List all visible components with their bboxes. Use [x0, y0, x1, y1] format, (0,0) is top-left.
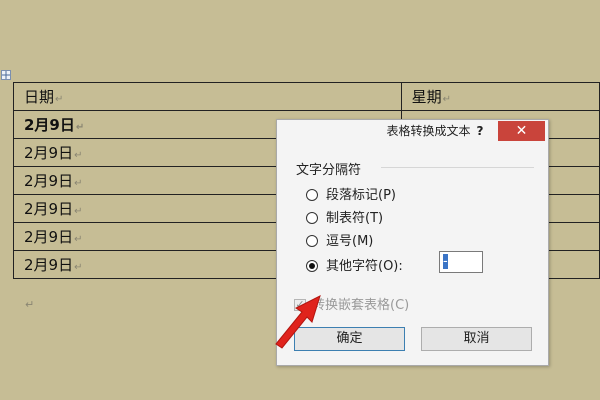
- option-other-char[interactable]: 其他字符(O):: [306, 255, 403, 274]
- cancel-button[interactable]: 取消: [421, 327, 532, 351]
- radio-button[interactable]: [306, 188, 318, 201]
- group-divider: [381, 167, 534, 168]
- option-comma[interactable]: 逗号(M): [306, 230, 373, 249]
- radio-button[interactable]: [306, 234, 318, 247]
- close-button[interactable]: ✕: [498, 121, 545, 141]
- date-value: 2月9日: [24, 256, 74, 274]
- date-value: 2月9日: [24, 228, 74, 246]
- option-label: 其他字符(O):: [326, 259, 403, 274]
- cell-mark-icon: ↵: [74, 234, 83, 245]
- date-value: 2月9日: [24, 144, 74, 162]
- option-label: 制表符(T): [326, 211, 384, 226]
- date-value: 2月9日: [24, 172, 74, 190]
- date-value: 2月9日: [24, 116, 75, 134]
- radio-button-selected[interactable]: [306, 259, 318, 272]
- paragraph-mark-icon: ↵: [25, 298, 35, 311]
- table-cell[interactable]: 星期↵: [400, 82, 600, 111]
- table-header-row: 日期↵ 星期↵: [13, 82, 600, 111]
- cell-mark-icon: ↵: [74, 206, 83, 217]
- table-cell[interactable]: 日期↵: [13, 82, 402, 111]
- red-arrow-pointer-icon: [275, 295, 321, 349]
- table-move-handle-icon[interactable]: [1, 70, 11, 80]
- radio-button[interactable]: [306, 211, 318, 224]
- help-button[interactable]: ?: [473, 122, 487, 140]
- other-char-value: -: [443, 254, 448, 269]
- cell-mark-icon: ↵: [442, 94, 451, 105]
- dialog-title: 表格转换成文本: [386, 124, 471, 138]
- separator-group-label: 文字分隔符: [296, 163, 362, 178]
- cell-mark-icon: ↵: [74, 178, 83, 189]
- header-date: 日期: [24, 88, 55, 106]
- cell-mark-icon: ↵: [74, 150, 83, 161]
- cell-mark-icon: ↵: [74, 262, 83, 273]
- date-value: 2月9日: [24, 200, 74, 218]
- cell-mark-icon: ↵: [55, 94, 64, 105]
- other-char-input[interactable]: -: [439, 251, 483, 273]
- option-label: 逗号(M): [326, 234, 374, 249]
- close-icon: ✕: [515, 123, 528, 139]
- header-weekday: 星期: [411, 88, 442, 106]
- option-tab[interactable]: 制表符(T): [306, 207, 383, 226]
- option-label: 段落标记(P): [326, 188, 396, 203]
- cell-mark-icon: ↵: [75, 122, 85, 133]
- option-paragraph-mark[interactable]: 段落标记(P): [306, 184, 396, 203]
